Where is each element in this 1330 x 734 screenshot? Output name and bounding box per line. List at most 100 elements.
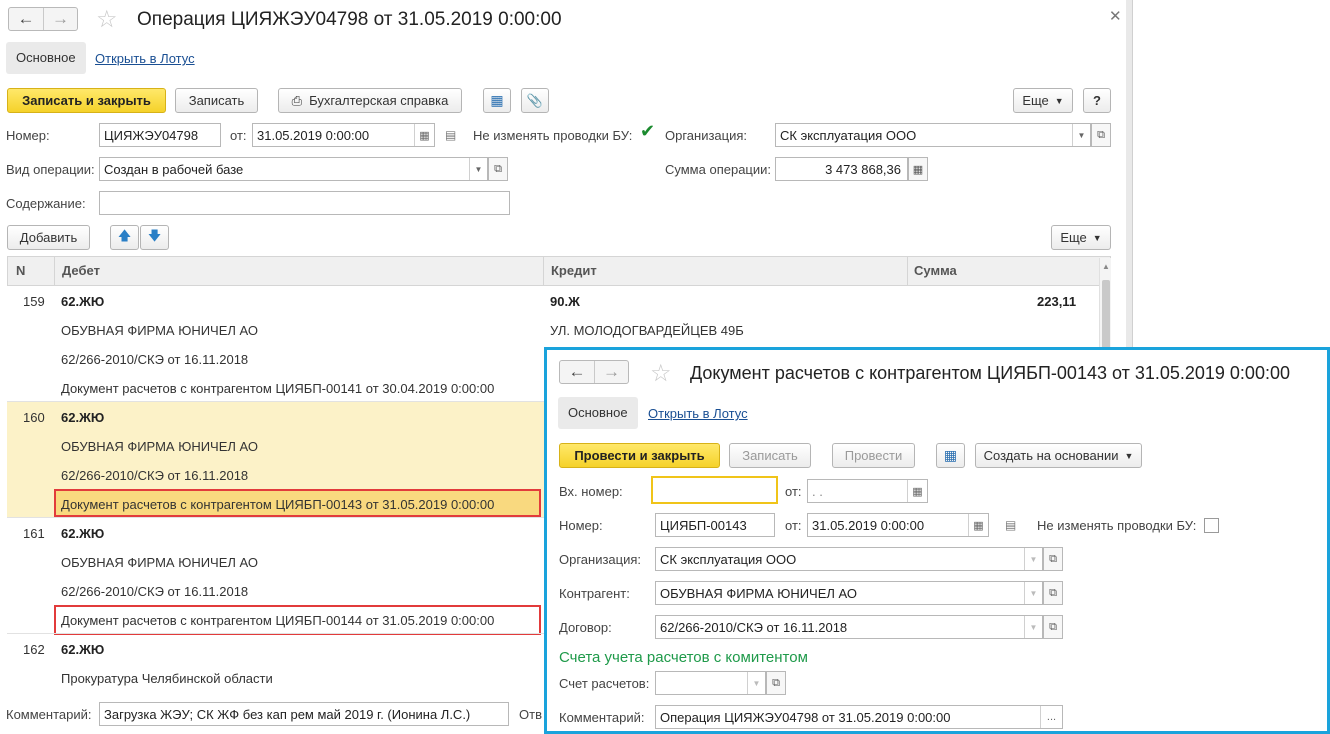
forward-arrow-icon[interactable]: →	[43, 8, 77, 30]
accounting-report-button[interactable]: ⎙ Бухгалтерская справка	[278, 88, 462, 113]
operation-type-field[interactable]: Создан в рабочей базе ▼	[99, 157, 488, 181]
accounts-section-title: Счета учета расчетов с комитентом	[559, 649, 808, 666]
chevron-down-icon: ▼	[1054, 95, 1064, 106]
debit-account[interactable]: 62.ЖЮ	[61, 526, 104, 541]
structure-icon[interactable]: ▦	[483, 88, 511, 113]
row-number[interactable]: 159	[23, 294, 45, 309]
debit-subconto-1[interactable]: ОБУВНАЯ ФИРМА ЮНИЧЕЛ АО	[61, 439, 258, 454]
move-up-icon[interactable]: 🡅	[110, 225, 139, 250]
calendar-icon[interactable]: ▦	[414, 124, 434, 146]
contractor-field[interactable]: ОБУВНАЯ ФИРМА ЮНИЧЕЛ АО ▼	[655, 581, 1043, 605]
date-field[interactable]: 31.05.2019 0:00:00 ▦	[807, 513, 989, 537]
open-organization-icon[interactable]: ⧉	[1091, 123, 1111, 147]
comment-field[interactable]: Операция ЦИЯЖЭУ04798 от 31.05.2019 0:00:…	[655, 705, 1063, 729]
credit-account[interactable]: 90.Ж	[550, 294, 580, 309]
help-button[interactable]: ?	[1083, 88, 1111, 113]
calculator-icon[interactable]: ▦	[908, 157, 928, 181]
column-n[interactable]: N	[16, 257, 25, 285]
column-credit[interactable]: Кредит	[551, 257, 597, 285]
debit-subconto-2[interactable]: 62/266-2010/СКЭ от 16.11.2018	[61, 468, 248, 483]
column-debit[interactable]: Дебет	[62, 257, 100, 285]
back-arrow-icon[interactable]: ←	[9, 8, 43, 30]
number-field[interactable]: ЦИЯБП-00143	[655, 513, 775, 537]
column-sum[interactable]: Сумма	[914, 257, 957, 285]
incoming-number-label: Вх. номер:	[559, 484, 623, 499]
favorite-star-icon[interactable]: ☆	[96, 8, 118, 32]
open-in-lotus-link[interactable]: Открыть в Лотус	[95, 51, 195, 66]
favorite-star-icon[interactable]: ☆	[650, 362, 672, 386]
column-separator	[54, 257, 55, 285]
chevron-down-icon: ▼	[1124, 450, 1134, 461]
grid-more-button[interactable]: Еще ▼	[1051, 225, 1111, 250]
no-change-entries-checkbox[interactable]	[1204, 518, 1219, 533]
tab-main[interactable]: Основное	[6, 42, 86, 74]
create-based-on-label: Создать на основании	[983, 448, 1119, 463]
debit-account[interactable]: 62.ЖЮ	[61, 410, 104, 425]
open-organization-icon[interactable]: ⧉	[1043, 547, 1063, 571]
post-button[interactable]: Провести	[832, 443, 915, 468]
dropdown-icon[interactable]: ▼	[1024, 582, 1042, 604]
calendar-icon[interactable]: ▦	[968, 514, 988, 536]
debit-account[interactable]: 62.ЖЮ	[61, 642, 104, 657]
more-button[interactable]: Еще ▼	[1013, 88, 1073, 113]
open-contract-icon[interactable]: ⧉	[1043, 615, 1063, 639]
date-from-label: от:	[230, 128, 247, 143]
debit-subconto-2[interactable]: 62/266-2010/СКЭ от 16.11.2018	[61, 584, 248, 599]
scroll-up-icon[interactable]: ▲	[1102, 262, 1110, 271]
create-based-on-button[interactable]: Создать на основании ▼	[975, 443, 1142, 468]
save-button[interactable]: Записать	[175, 88, 258, 113]
debit-subconto-1[interactable]: ОБУВНАЯ ФИРМА ЮНИЧЕЛ АО	[61, 323, 258, 338]
row-number[interactable]: 161	[23, 526, 45, 541]
entries-grid-header: N Дебет Кредит Сумма	[7, 256, 1111, 286]
list-icon[interactable]: ▤	[445, 128, 456, 142]
content-field[interactable]	[99, 191, 510, 215]
dropdown-icon[interactable]: ▼	[469, 158, 487, 180]
debit-subconto-2[interactable]: 62/266-2010/СКЭ от 16.11.2018	[61, 352, 248, 367]
debit-subconto-3[interactable]: Документ расчетов с контрагентом ЦИЯБП-0…	[61, 381, 494, 396]
tab-main[interactable]: Основное	[558, 397, 638, 429]
open-contractor-icon[interactable]: ⧉	[1043, 581, 1063, 605]
save-button[interactable]: Записать	[729, 443, 811, 468]
close-icon[interactable]: ✕	[1109, 7, 1122, 25]
row-number[interactable]: 160	[23, 410, 45, 425]
number-field[interactable]: ЦИЯЖЭУ04798	[99, 123, 221, 147]
dropdown-icon[interactable]: ▼	[1024, 616, 1042, 638]
open-operation-type-icon[interactable]: ⧉	[488, 157, 508, 181]
contract-field[interactable]: 62/266-2010/СКЭ от 16.11.2018 ▼	[655, 615, 1043, 639]
contract-value: 62/266-2010/СКЭ от 16.11.2018	[660, 619, 848, 635]
row-sum[interactable]: 223,11	[1037, 294, 1076, 309]
add-row-button[interactable]: Добавить	[7, 225, 90, 250]
back-arrow-icon[interactable]: ←	[560, 361, 594, 383]
structure-icon[interactable]: ▦	[936, 443, 965, 468]
comment-value: Операция ЦИЯЖЭУ04798 от 31.05.2019 0:00:…	[660, 709, 951, 725]
incoming-date-field[interactable]: . . ▦	[807, 479, 928, 503]
date-field[interactable]: 31.05.2019 0:00:00 ▦	[252, 123, 435, 147]
list-icon[interactable]: ▤	[1005, 518, 1016, 532]
settlement-account-field[interactable]: ▼	[655, 671, 766, 695]
debit-subconto-3[interactable]: Документ расчетов с контрагентом ЦИЯБП-0…	[61, 497, 494, 512]
save-and-close-button[interactable]: Записать и закрыть	[7, 88, 166, 113]
operation-sum-field[interactable]: 3 473 868,36	[775, 157, 908, 181]
credit-subconto-1[interactable]: УЛ. МОЛОДОГВАРДЕЙЦЕВ 49Б	[550, 323, 744, 338]
calendar-icon[interactable]: ▦	[907, 480, 927, 502]
debit-subconto-3[interactable]: Документ расчетов с контрагентом ЦИЯБП-0…	[61, 613, 494, 628]
debit-account[interactable]: 62.ЖЮ	[61, 294, 104, 309]
row-number[interactable]: 162	[23, 642, 45, 657]
paperclip-icon[interactable]: 📎	[521, 88, 549, 113]
incoming-number-field[interactable]	[651, 476, 778, 504]
organization-field[interactable]: СК эксплуатация ООО ▼	[655, 547, 1043, 571]
organization-field[interactable]: СК эксплуатация ООО ▼	[775, 123, 1091, 147]
debit-subconto-1[interactable]: Прокуратура Челябинской области	[61, 671, 273, 686]
open-in-lotus-link[interactable]: Открыть в Лотус	[648, 406, 748, 421]
dropdown-icon[interactable]: ▼	[1072, 124, 1090, 146]
forward-arrow-icon[interactable]: →	[594, 361, 628, 383]
move-down-icon[interactable]: 🡇	[140, 225, 169, 250]
debit-subconto-1[interactable]: ОБУВНАЯ ФИРМА ЮНИЧЕЛ АО	[61, 555, 258, 570]
comment-expand-button[interactable]: ...	[1040, 706, 1062, 728]
open-account-icon[interactable]: ⧉	[766, 671, 786, 695]
comment-field[interactable]: Загрузка ЖЭУ; СК ЖФ без кап рем май 2019…	[99, 702, 509, 726]
dropdown-icon[interactable]: ▼	[747, 672, 765, 694]
post-and-close-button[interactable]: Провести и закрыть	[559, 443, 720, 468]
dropdown-icon[interactable]: ▼	[1024, 548, 1042, 570]
no-change-entries-checkbox[interactable]: ✔	[640, 121, 655, 142]
